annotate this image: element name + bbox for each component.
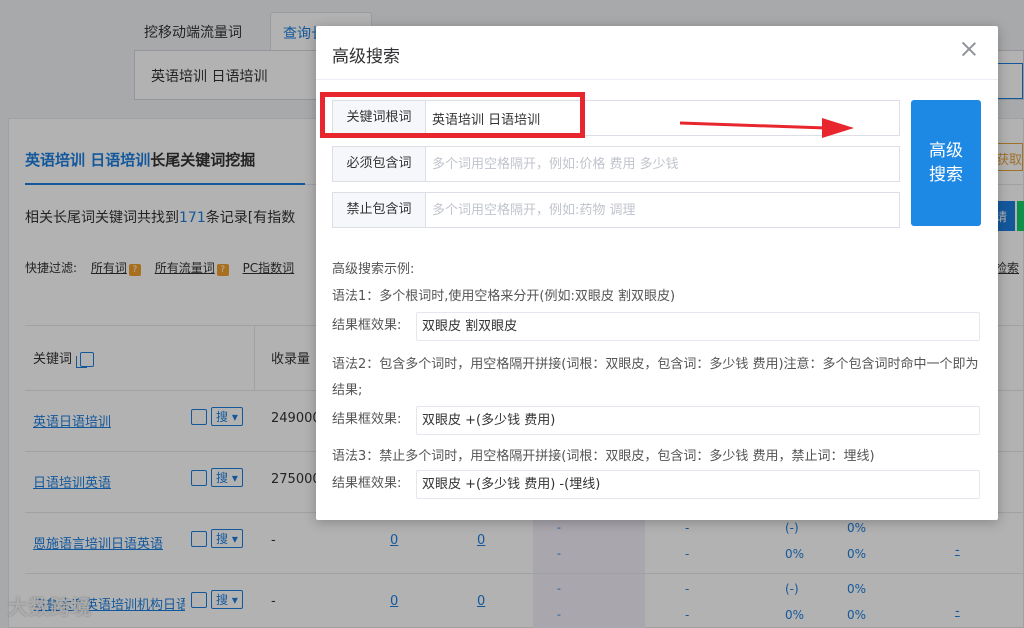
include-words-field: 必须包含词 — [332, 146, 900, 182]
result-label: 结果框效果: — [332, 412, 402, 427]
example-syntax-3: 语法3：禁止多个词时，用空格隔开拼接(词根：双眼皮，包含词：多少钱 费用，禁止词… — [332, 449, 875, 464]
result-label: 结果框效果: — [332, 318, 402, 333]
dialog-title: 高级搜索 — [332, 47, 400, 67]
advanced-search-button[interactable]: 高级 搜索 — [911, 100, 981, 226]
examples-title: 高级搜索示例: — [332, 262, 415, 277]
example-syntax-1: 语法1：多个根词时,使用空格来分开(例如:双眼皮 割双眼皮) — [332, 289, 676, 304]
example-result-1: 双眼皮 割双眼皮 — [416, 312, 980, 341]
example-syntax-2: 语法2：包含多个词时，用空格隔开拼接(词根：双眼皮，包含词：多少钱 费用)注意：… — [332, 357, 979, 398]
exclude-words-field: 禁止包含词 — [332, 192, 900, 228]
exclude-words-label: 禁止包含词 — [333, 193, 426, 227]
example-result-2: 双眼皮 +(多少钱 费用) — [416, 406, 980, 435]
include-words-input[interactable] — [427, 147, 897, 181]
advanced-search-label-2: 搜索 — [929, 165, 963, 185]
advanced-search-dialog: 高级搜索 关键词根词 必须包含词 禁止包含词 高级搜索 高级搜索示例: 语法1：… — [316, 26, 998, 520]
result-label: 结果框效果: — [332, 476, 402, 491]
advanced-search-label-1: 高级 — [929, 141, 963, 161]
include-words-label: 必须包含词 — [333, 147, 426, 181]
example-result-3: 双眼皮 +(多少钱 费用) -(埋线) — [416, 470, 980, 499]
annotation-highlight-box — [320, 92, 585, 138]
close-icon[interactable] — [960, 40, 978, 58]
exclude-words-input[interactable] — [427, 193, 897, 227]
annotation-arrow — [679, 118, 854, 138]
dialog-header: 高级搜索 — [316, 26, 998, 80]
